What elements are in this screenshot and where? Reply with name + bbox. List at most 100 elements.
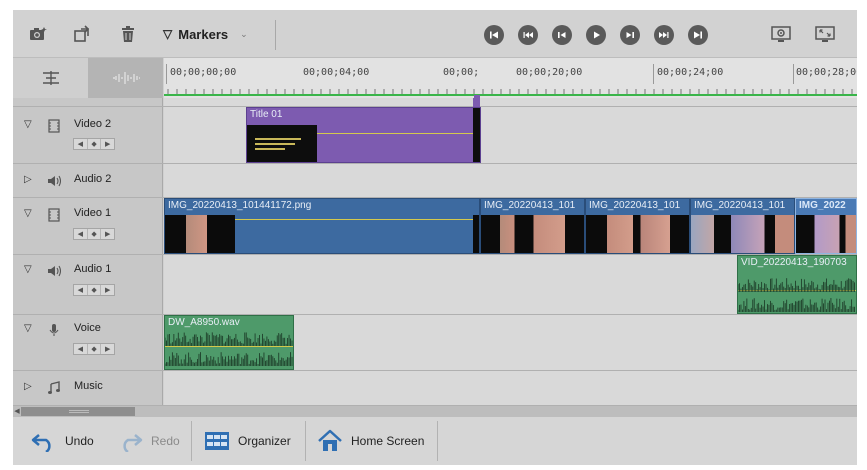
timecode-label: 00;00;20;00 xyxy=(516,67,583,78)
redo-label: Redo xyxy=(151,434,180,448)
next-edit-button[interactable] xyxy=(654,25,674,45)
video-clip[interactable]: IMG_20220413_101 xyxy=(480,198,585,254)
undo-label: Undo xyxy=(65,434,94,448)
collapse-triangle-icon[interactable]: ▽ xyxy=(24,323,32,334)
clip-thumbnail xyxy=(165,215,235,253)
expand-triangle-icon[interactable]: ▷ xyxy=(24,381,32,392)
trash-icon[interactable] xyxy=(117,24,139,44)
tracks-icon xyxy=(42,71,59,85)
track-header: ▷ Audio 2 xyxy=(13,164,163,197)
clip-thumbnail xyxy=(586,215,689,253)
divider xyxy=(437,421,438,461)
audio-clip[interactable]: VID_20220413_190703 xyxy=(737,255,857,314)
add-keyframe-icon: ◆ xyxy=(88,285,102,295)
undo-button[interactable]: Undo xyxy=(31,417,94,465)
track-body-gap xyxy=(164,98,857,107)
export-icon[interactable] xyxy=(71,24,93,44)
organizer-button[interactable]: Organizer xyxy=(204,417,291,465)
track-header: ▽ Voice ◀ ◆ ▶ xyxy=(13,315,163,370)
step-back-button[interactable] xyxy=(552,25,572,45)
track-name: Audio 1 xyxy=(74,263,112,275)
scroll-left-arrow-icon[interactable]: ◀ xyxy=(13,406,21,417)
add-keyframe-icon: ◆ xyxy=(88,139,102,149)
add-keyframe-icon: ◆ xyxy=(88,344,102,354)
track-body[interactable]: DW_A8950.wav xyxy=(164,315,857,370)
track-voice: ▽ Voice ◀ ◆ ▶ DW_A8950.wav xyxy=(13,315,857,371)
prev-keyframe-icon: ◀ xyxy=(74,229,88,239)
camera-icon[interactable] xyxy=(27,24,49,44)
audio-clip[interactable]: DW_A8950.wav xyxy=(164,315,294,370)
next-keyframe-icon: ▶ xyxy=(104,140,111,148)
keyframe-nav[interactable]: ◀ ◆ ▶ xyxy=(73,138,115,150)
home-screen-button[interactable]: Home Screen xyxy=(317,417,424,465)
clip-label: IMG_20220413_101 xyxy=(589,200,681,211)
divider xyxy=(191,421,192,461)
timecode-label: 00;00;04;00 xyxy=(303,67,370,78)
next-keyframe-icon: ▶ xyxy=(104,286,111,294)
video-clip[interactable]: IMG_20220413_101 xyxy=(585,198,690,254)
volume-line xyxy=(165,346,293,347)
time-ruler[interactable]: 00;00;00;00 00;00;04;00 00;00; 00;00;20;… xyxy=(164,58,857,103)
track-body[interactable]: IMG_20220413_101441172.png IMG_20220413_… xyxy=(164,198,857,254)
clip-label: IMG_20220413_101441172.png xyxy=(168,200,312,211)
prev-keyframe-icon: ◀ xyxy=(74,139,88,149)
waveform-icon xyxy=(112,72,140,84)
collapse-triangle-icon[interactable]: ▽ xyxy=(24,208,32,219)
scrollbar-thumb[interactable] xyxy=(21,407,135,416)
toolbar-divider xyxy=(275,20,276,50)
timecode-label: 00;00;24;00 xyxy=(657,67,724,78)
film-icon xyxy=(48,119,60,133)
track-header: ▽ Audio 1 ◀ ◆ ▶ xyxy=(13,255,163,314)
track-body[interactable]: VID_20220413_190703 xyxy=(164,255,857,314)
redo-icon xyxy=(123,434,143,452)
redo-button[interactable]: Redo xyxy=(117,417,180,465)
render-preview-icon[interactable] xyxy=(770,24,792,44)
keyframe-nav[interactable]: ◀ ◆ ▶ xyxy=(73,343,115,355)
fast-forward-icon xyxy=(659,32,669,38)
timeline-view-toggle xyxy=(13,58,163,98)
expand-triangle-icon[interactable]: ▷ xyxy=(24,174,32,185)
play-icon xyxy=(594,31,600,39)
audio-view-button[interactable] xyxy=(88,58,163,98)
speaker-icon xyxy=(48,175,61,187)
track-gap xyxy=(13,98,857,107)
ruler-major-tick xyxy=(793,64,794,84)
marker-icon: ▽ xyxy=(163,27,173,41)
timeline-window: ▽ Markers ⌄ 00;00;00;00 00;00;04;00 00;0… xyxy=(13,10,857,465)
step-forward-button[interactable] xyxy=(620,25,640,45)
step-back-icon xyxy=(558,32,566,38)
bottom-action-bar: Undo Redo Organizer Home Screen xyxy=(13,417,857,465)
track-body[interactable]: Title 01 xyxy=(164,107,857,163)
track-name: Video 1 xyxy=(74,207,112,219)
divider xyxy=(305,421,306,461)
video-clip-selected[interactable]: IMG_2022 xyxy=(795,198,857,254)
track-header: ▷ Music xyxy=(13,371,163,405)
keyframe-nav[interactable]: ◀ ◆ ▶ xyxy=(73,228,115,240)
track-view-button[interactable] xyxy=(13,58,88,98)
markers-dropdown[interactable]: ▽ Markers ⌄ xyxy=(163,22,248,46)
clip-label: IMG_2022 xyxy=(799,200,846,211)
video-clip[interactable]: IMG_20220413_101441172.png xyxy=(164,198,480,254)
video-clip[interactable]: IMG_20220413_101 xyxy=(690,198,795,254)
title-clip[interactable]: Title 01 xyxy=(246,107,481,163)
track-music: ▷ Music xyxy=(13,371,857,406)
track-header: ▽ Video 2 ◀ ◆ ▶ xyxy=(13,107,163,163)
prev-keyframe-icon: ◀ xyxy=(74,344,88,354)
prev-edit-button[interactable] xyxy=(518,25,538,45)
work-area-bar[interactable] xyxy=(164,94,857,96)
track-body[interactable] xyxy=(164,164,857,197)
collapse-triangle-icon[interactable]: ▽ xyxy=(24,264,32,275)
track-body[interactable] xyxy=(164,371,857,405)
track-video-1: ▽ Video 1 ◀ ◆ ▶ IMG_20220413_101441172.png… xyxy=(13,198,857,255)
home-screen-label: Home Screen xyxy=(351,434,425,448)
track-header: ▽ Video 1 ◀ ◆ ▶ xyxy=(13,198,163,254)
collapse-triangle-icon[interactable]: ▽ xyxy=(24,119,32,130)
next-keyframe-icon: ▶ xyxy=(104,230,111,238)
horizontal-scrollbar[interactable]: ◀ xyxy=(13,406,857,417)
play-button[interactable] xyxy=(586,25,606,45)
keyframe-nav[interactable]: ◀ ◆ ▶ xyxy=(73,284,115,296)
goto-start-button[interactable] xyxy=(484,25,504,45)
fit-to-visible-icon[interactable] xyxy=(814,24,836,44)
grip-icon xyxy=(69,410,89,413)
goto-end-button[interactable] xyxy=(688,25,708,45)
